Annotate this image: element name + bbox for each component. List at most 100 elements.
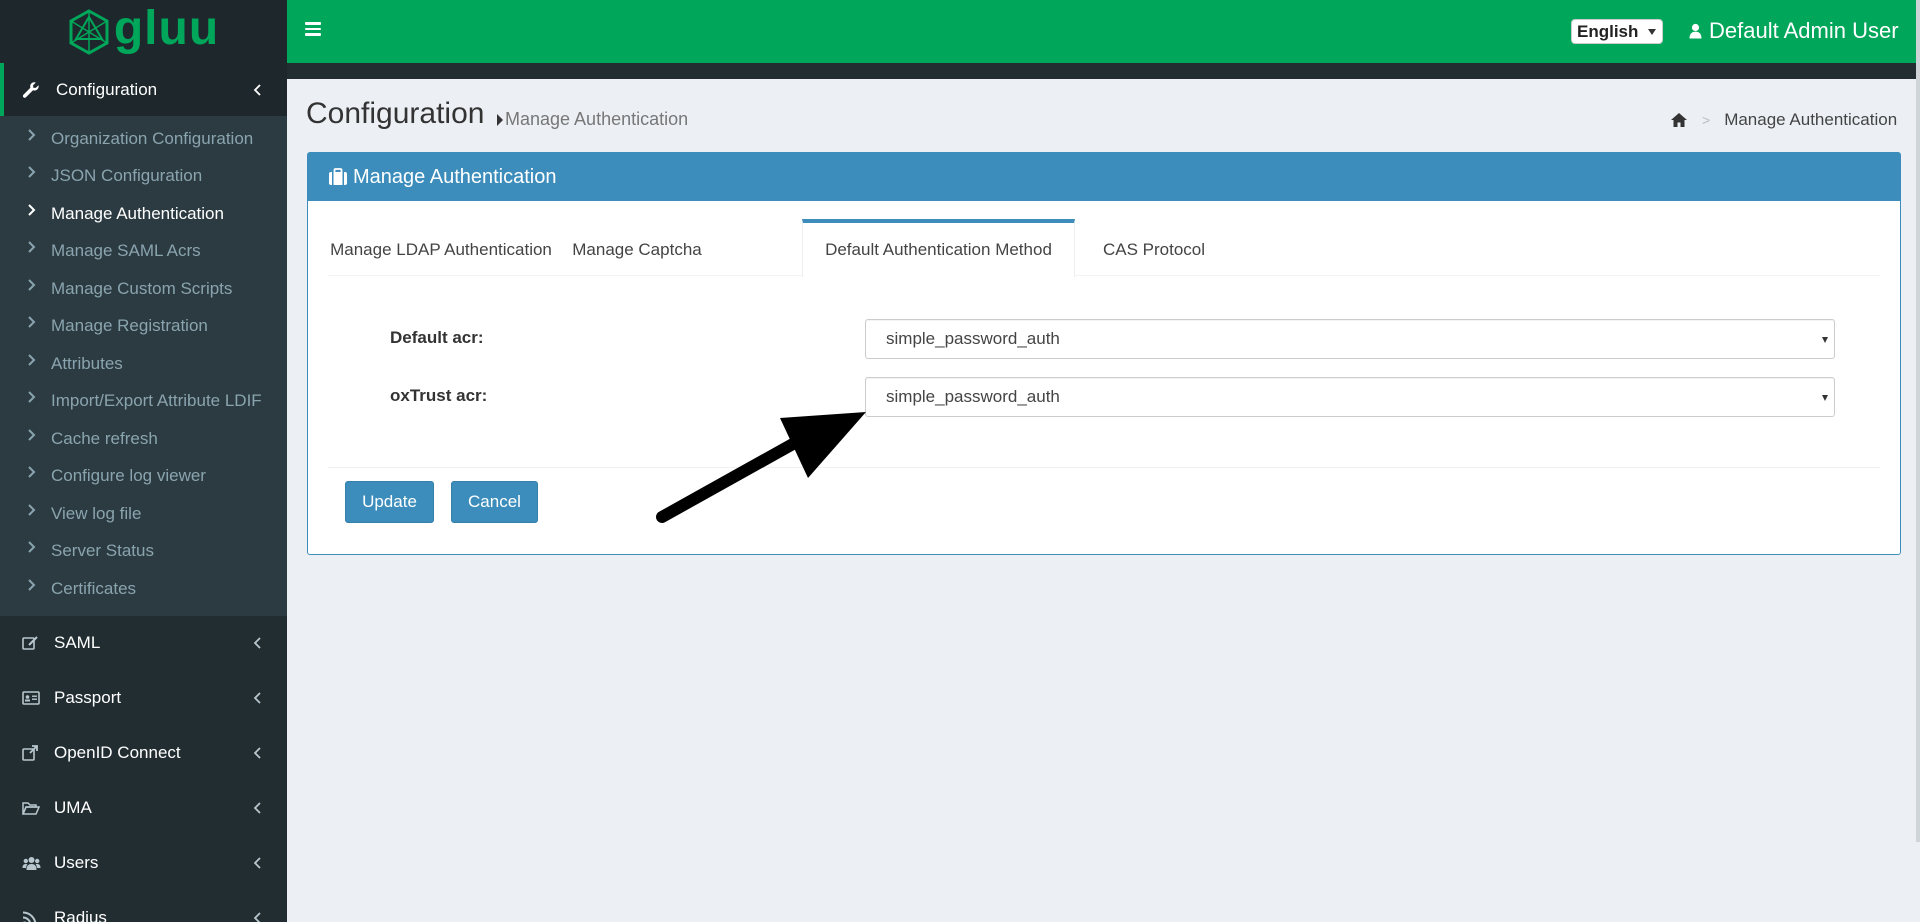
- page-subtitle-text: Manage Authentication: [505, 109, 689, 129]
- user-name: Default Admin User: [1709, 18, 1899, 43]
- tab-default-authentication-method[interactable]: Default Authentication Method: [802, 219, 1075, 277]
- sidebar-subitem-label: Manage Custom Scripts: [51, 278, 233, 298]
- sidebar-subitem[interactable]: Manage Registration: [0, 308, 287, 346]
- sidebar-subitem[interactable]: Cache refresh: [0, 420, 287, 458]
- chevron-left-icon: [253, 802, 261, 814]
- chevron-right-icon: [28, 241, 36, 253]
- id-card-icon: [22, 691, 42, 705]
- chevron-right-icon: [28, 204, 36, 216]
- folder-open-icon: [22, 801, 42, 815]
- sidebar-subitem[interactable]: Organization Configuration: [0, 120, 287, 158]
- page-title: Configuration: [306, 97, 485, 130]
- user-icon: [1689, 23, 1703, 39]
- sidebar-item-label: SAML: [54, 633, 101, 652]
- sidebar-item-saml[interactable]: SAML: [0, 616, 287, 671]
- sidebar-subitem[interactable]: Server Status: [0, 533, 287, 571]
- user-menu[interactable]: Default Admin User: [1689, 18, 1899, 44]
- sidebar-subitem-label: View log file: [51, 503, 142, 523]
- sidebar-subitem-label: Configure log viewer: [51, 466, 206, 486]
- caret-down-icon: [1822, 395, 1828, 401]
- menu-toggle-icon[interactable]: [305, 22, 321, 36]
- language-value: English: [1577, 21, 1639, 41]
- sidebar-subitem[interactable]: JSON Configuration: [0, 158, 287, 196]
- panel-title: Manage Authentication: [353, 165, 557, 188]
- breadcrumb: > Manage Authentication: [1670, 110, 1897, 130]
- logo-text: gluu: [113, 1, 220, 55]
- page-scrollbar[interactable]: [1916, 0, 1920, 842]
- chevron-left-icon: [253, 692, 261, 704]
- sidebar-subitem-label: Manage SAML Acrs: [51, 241, 201, 261]
- sidebar-subitem-label: Manage Authentication: [51, 203, 224, 223]
- sidebar-subitem[interactable]: Manage Custom Scripts: [0, 270, 287, 308]
- logo[interactable]: gluu: [0, 0, 287, 63]
- page-subtitle: Manage Authentication: [497, 109, 688, 130]
- sidebar-subitem-label: Organization Configuration: [51, 128, 254, 148]
- sidebar-subitem-label: Cache refresh: [51, 428, 158, 448]
- default-acr-label: Default acr:: [390, 328, 484, 347]
- chevron-right-icon: [28, 129, 36, 141]
- sidebar-subitem-label: Import/Export Attribute LDIF: [51, 391, 262, 411]
- header-strip: [287, 63, 1920, 79]
- chevron-right-icon: [28, 429, 36, 441]
- chevron-right-icon: [28, 541, 36, 553]
- sidebar-subitem-label: Server Status: [51, 541, 154, 561]
- chevron-left-icon: [253, 83, 261, 96]
- wrench-icon: [22, 81, 44, 99]
- caret-down-icon: [1822, 337, 1828, 343]
- tab-bar: Manage LDAP Authentication Manage Captch…: [328, 219, 1880, 277]
- tab-cas-protocol[interactable]: CAS Protocol: [1075, 219, 1233, 276]
- sidebar-item-configuration[interactable]: Configuration: [0, 63, 287, 116]
- edit-icon: [22, 635, 42, 651]
- sidebar-subitem-label: JSON Configuration: [51, 166, 203, 186]
- sidebar-item-label: OpenID Connect: [54, 743, 181, 762]
- update-button[interactable]: Update: [345, 481, 434, 523]
- annotation-arrow-icon: [656, 412, 866, 523]
- breadcrumb-separator: >: [1702, 112, 1711, 128]
- sidebar-subitem[interactable]: View log file: [0, 495, 287, 533]
- chevron-right-icon: [28, 279, 36, 291]
- chevron-left-icon: [253, 747, 261, 759]
- rss-icon: [22, 911, 42, 922]
- sidebar-subitem[interactable]: Attributes: [0, 345, 287, 383]
- oxtrust-acr-select[interactable]: simple_password_auth: [865, 377, 1835, 417]
- configuration-submenu: Organization Configuration JSON Configura…: [0, 116, 287, 616]
- sidebar-item-label: Configuration: [56, 79, 158, 99]
- sidebar-subitem-label: Certificates: [51, 578, 137, 598]
- sidebar-subitem-label: Attributes: [51, 353, 123, 373]
- tab-manage-ldap-authentication[interactable]: Manage LDAP Authentication: [328, 219, 554, 276]
- chevron-right-icon: [28, 466, 36, 478]
- sidebar-subitem[interactable]: Configure log viewer: [0, 458, 287, 496]
- briefcase-icon: [328, 168, 348, 186]
- sidebar-item-label: Users: [54, 853, 99, 872]
- chevron-right-icon: [28, 354, 36, 366]
- chevron-right-icon: [28, 504, 36, 516]
- sidebar-item-radius[interactable]: Radius: [0, 891, 287, 922]
- chevron-right-icon: [28, 316, 36, 328]
- default-acr-select[interactable]: simple_password_auth: [865, 319, 1835, 359]
- language-select[interactable]: English: [1571, 19, 1663, 44]
- cancel-button[interactable]: Cancel: [451, 481, 538, 523]
- home-icon[interactable]: [1670, 112, 1688, 128]
- chevron-right-icon: [28, 166, 36, 178]
- sidebar-subitem[interactable]: Manage Authentication: [0, 195, 287, 233]
- sidebar-item-users[interactable]: Users: [0, 836, 287, 891]
- chevron-left-icon: [253, 912, 261, 922]
- sidebar-subitem[interactable]: Import/Export Attribute LDIF: [0, 383, 287, 421]
- sidebar-item-label: Passport: [54, 688, 122, 707]
- sidebar-subitem-label: Manage Registration: [51, 316, 208, 336]
- sidebar-item-uma[interactable]: UMA: [0, 781, 287, 836]
- sidebar-subitem[interactable]: Manage SAML Acrs: [0, 233, 287, 271]
- sidebar-item-passport[interactable]: Passport: [0, 671, 287, 726]
- users-icon: [22, 856, 42, 871]
- panel-header: Manage Authentication: [308, 153, 1900, 201]
- chevron-right-icon: [28, 579, 36, 591]
- sidebar-item-label: UMA: [54, 798, 92, 817]
- tab-manage-captcha[interactable]: Manage Captcha: [554, 219, 720, 276]
- default-acr-value: simple_password_auth: [886, 329, 1060, 348]
- chevron-left-icon: [253, 637, 261, 649]
- chevron-right-icon: [28, 391, 36, 403]
- sidebar-item-openid-connect[interactable]: OpenID Connect: [0, 726, 287, 781]
- sidebar-subitem[interactable]: Certificates: [0, 570, 287, 608]
- oxtrust-acr-label: oxTrust acr:: [390, 386, 488, 405]
- form-divider: [328, 467, 1880, 468]
